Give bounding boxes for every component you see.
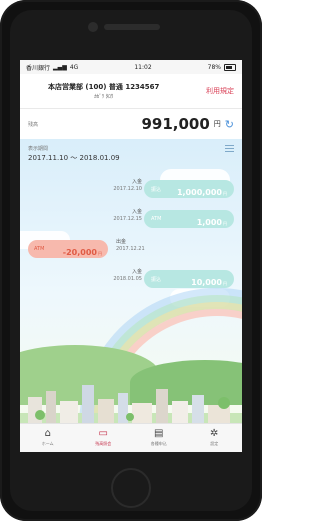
tab-label: 設定	[210, 441, 219, 446]
tab-settings[interactable]: ✲ 設定	[187, 424, 243, 452]
city-skyline-illustration	[20, 385, 242, 425]
network-type: 4G	[69, 63, 79, 71]
tab-label: ホーム	[41, 441, 54, 446]
account-holder: ｶｶﾞﾜ ﾀﾛｳ	[94, 94, 114, 100]
transaction-unit: 円	[98, 250, 102, 256]
transaction-row: 入金 2017.12.10 振込 1,000,000円	[20, 177, 242, 203]
period-label: 表示期間	[28, 146, 49, 152]
phone-frame: 香川銀行 ▂▄▆ 4G 11:02 78% 本店営業部 (100) 普通 123…	[0, 0, 262, 521]
battery-icon	[224, 63, 236, 71]
transaction-row: 入金 2017.12.15 ATM 1,000円	[20, 207, 242, 233]
transaction-date: 2017.12.15	[113, 215, 142, 222]
signal-icon: ▂▄▆	[53, 63, 67, 71]
transaction-kind: 振込	[151, 276, 162, 283]
transaction-history: 表示期間 2017.11.10 ～ 2018.01.09 入金 2017.12.…	[20, 139, 242, 425]
transaction-amount: 1,000	[196, 217, 222, 227]
account-header: 本店営業部 (100) 普通 1234567 ｶｶﾞﾜ ﾀﾛｳ 利用規定	[20, 74, 242, 109]
refresh-icon[interactable]: ↻	[225, 118, 234, 131]
transaction-kind: ATM	[151, 216, 162, 222]
deposit-bubble: 振込 1,000,000円	[144, 180, 234, 198]
battery-percent: 78%	[207, 63, 221, 71]
status-bar: 香川銀行 ▂▄▆ 4G 11:02 78%	[20, 60, 242, 74]
tab-applications[interactable]: ▤ 各種申込	[131, 424, 187, 452]
transaction-amount: 1,000,000	[176, 187, 222, 197]
transaction-unit: 円	[223, 280, 227, 286]
tab-label: 残高照会	[95, 441, 112, 446]
transaction-date: 2017.12.10	[113, 185, 142, 192]
transaction-date: 2017.12.21	[116, 245, 145, 252]
card-icon: ▭	[98, 428, 108, 439]
document-icon: ▤	[154, 428, 164, 439]
transaction-amount: 10,000	[191, 277, 222, 287]
deposit-bubble: 振込 10,000円	[144, 270, 234, 288]
home-button[interactable]	[111, 468, 151, 508]
transaction-kind: 振込	[151, 186, 162, 193]
camera-sensor	[88, 22, 98, 32]
carrier-name: 香川銀行	[26, 64, 51, 72]
balance-amount: 991,000	[141, 115, 210, 133]
transaction-unit: 円	[223, 220, 227, 226]
gear-icon: ✲	[210, 428, 219, 439]
balance-row: 残高 991,000 円 ↻	[20, 109, 242, 139]
tab-home[interactable]: ⌂ ホーム	[20, 424, 76, 452]
withdrawal-bubble: ATM -20,000円	[28, 240, 108, 258]
screen: 香川銀行 ▂▄▆ 4G 11:02 78% 本店営業部 (100) 普通 123…	[20, 60, 242, 452]
tab-balance[interactable]: ▭ 残高照会	[76, 424, 132, 452]
status-time: 11:02	[134, 63, 152, 71]
terms-link[interactable]: 利用規定	[206, 86, 234, 96]
transaction-row: 入金 2018.01.05 振込 10,000円	[20, 267, 242, 293]
speaker-grille	[104, 24, 160, 30]
menu-icon[interactable]	[225, 145, 234, 152]
period-range: 2017.11.10 ～ 2018.01.09	[28, 154, 120, 162]
home-icon: ⌂	[44, 428, 51, 439]
transaction-date: 2018.01.05	[113, 275, 142, 282]
bottom-tab-bar: ⌂ ホーム ▭ 残高照会 ▤ 各種申込 ✲ 設定	[20, 423, 242, 452]
transaction-unit: 円	[223, 190, 227, 196]
transaction-kind: ATM	[34, 246, 45, 252]
deposit-bubble: ATM 1,000円	[144, 210, 234, 228]
app-screenshot: 香川銀行 ▂▄▆ 4G 11:02 78% 本店営業部 (100) 普通 123…	[0, 0, 262, 521]
transaction-amount: -20,000	[62, 247, 97, 257]
balance-label: 残高	[28, 121, 39, 128]
tab-label: 各種申込	[150, 441, 167, 446]
balance-unit: 円	[213, 120, 221, 128]
transaction-row: ATM -20,000円 出金 2017.12.21	[20, 237, 242, 263]
account-number: 本店営業部 (100) 普通 1234567	[48, 83, 160, 91]
